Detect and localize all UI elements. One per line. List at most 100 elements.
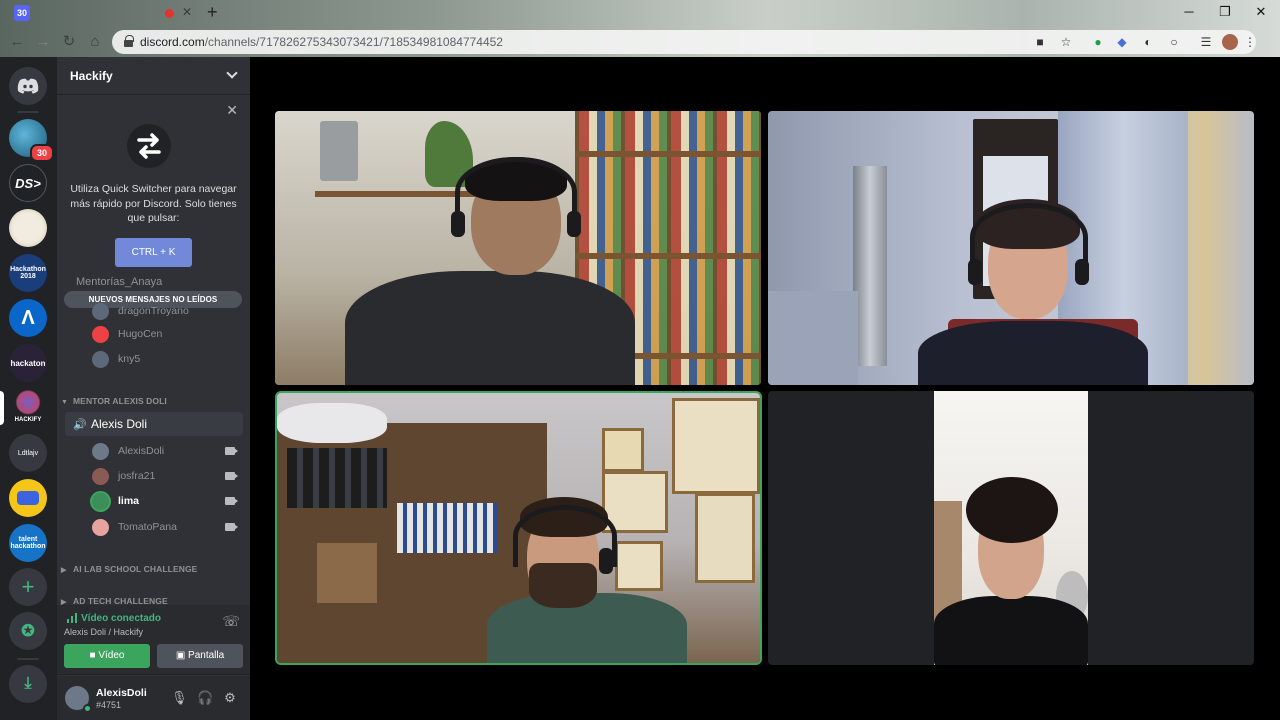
home-icon[interactable]: ⌂ bbox=[86, 33, 104, 51]
video-camera-icon bbox=[225, 447, 238, 455]
screen-share-icon: ▣ bbox=[175, 650, 189, 661]
rail-separator-2 bbox=[17, 658, 39, 660]
headset-icon bbox=[970, 203, 1088, 271]
channel-mentorias-anaya[interactable]: Mentorías_Anaya bbox=[76, 276, 162, 288]
extension-icon[interactable]: ● bbox=[1090, 34, 1106, 50]
diploma-frame bbox=[672, 398, 760, 494]
close-window-icon[interactable]: ✕ bbox=[1246, 2, 1276, 22]
forward-icon[interactable]: → bbox=[34, 33, 52, 51]
diploma-frame bbox=[695, 493, 755, 583]
avatar bbox=[92, 468, 109, 485]
headset-cup bbox=[968, 259, 982, 285]
server-icon-hackathon-2018[interactable]: Hackathon 2018 bbox=[9, 254, 47, 292]
video-tile[interactable] bbox=[768, 391, 1254, 665]
server-icon-robot[interactable] bbox=[9, 479, 47, 517]
video-tile[interactable] bbox=[275, 111, 761, 385]
screen-button-label: Pantalla bbox=[188, 650, 225, 661]
user-panel: AlexisDoli #4751 🎙 🎧 ⚙ bbox=[57, 676, 250, 720]
server-icon-ds[interactable]: DS> bbox=[9, 164, 47, 202]
voice-channel-path[interactable]: Alexis Doli / Hackify bbox=[64, 627, 143, 637]
new-tab-icon[interactable]: + bbox=[207, 2, 218, 23]
reading-list-icon[interactable]: ☰ bbox=[1198, 34, 1214, 50]
star-icon[interactable]: ☆ bbox=[1058, 34, 1074, 50]
signal-strength-icon bbox=[67, 613, 77, 623]
shelf bbox=[315, 191, 475, 197]
selected-server-pill bbox=[0, 391, 4, 425]
discord-home-button[interactable] bbox=[9, 67, 47, 105]
server-icon-talent-hackathon[interactable]: talent hackathon bbox=[9, 524, 47, 562]
disconnect-call-icon[interactable]: ☏ bbox=[222, 613, 240, 630]
shelf bbox=[575, 253, 761, 259]
voice-channel-alexis-doli[interactable]: 🔊 Alexis Doli bbox=[65, 412, 243, 436]
category-ai-lab-school-challenge[interactable]: ▶ AI LAB SCHOOL CHALLENGE bbox=[61, 564, 197, 574]
menu-icon[interactable]: ⋮ bbox=[1242, 34, 1258, 50]
speaker-object bbox=[320, 121, 358, 181]
cabinet bbox=[317, 543, 377, 603]
bed bbox=[768, 291, 858, 385]
avatar bbox=[92, 351, 109, 368]
server-rail: 30 DS> Hackathon 2018 Λ hackaton HACKIFY… bbox=[0, 57, 57, 720]
member-name: HugoCen bbox=[118, 328, 163, 340]
headset-cup bbox=[567, 211, 581, 237]
server-icon-3[interactable] bbox=[9, 209, 47, 247]
person-hair bbox=[966, 477, 1058, 543]
extension-3-icon[interactable]: ○ bbox=[1166, 34, 1182, 50]
video-tile[interactable] bbox=[768, 111, 1254, 385]
back-icon[interactable]: ← bbox=[8, 33, 26, 51]
headphones-icon[interactable]: 🎧 bbox=[197, 690, 213, 706]
extension-2-icon[interactable]: ◐ bbox=[1140, 34, 1156, 50]
close-tab-icon[interactable]: ✕ bbox=[182, 5, 192, 19]
binders bbox=[287, 448, 387, 508]
chevron-right-icon: ▶ bbox=[61, 567, 67, 574]
reload-icon[interactable]: ↻ bbox=[60, 33, 78, 51]
ctrl-k-button[interactable]: CTRL + K bbox=[115, 238, 192, 267]
camera-icon[interactable]: ■ bbox=[1032, 34, 1048, 50]
voice-channel-name: Alexis Doli bbox=[91, 417, 148, 431]
server-lambda-label: Λ bbox=[21, 306, 35, 329]
server-icon-hackaton[interactable]: hackaton bbox=[9, 344, 47, 382]
restore-icon[interactable]: ❐ bbox=[1210, 2, 1240, 22]
video-camera-icon bbox=[225, 523, 238, 531]
user-discriminator: #4751 bbox=[96, 700, 122, 710]
close-icon[interactable]: ✕ bbox=[226, 102, 238, 119]
add-server-icon[interactable]: + bbox=[9, 568, 47, 606]
tab-strip: 30 ✕ + ─ ❐ ✕ bbox=[0, 0, 1280, 28]
url-bar[interactable]: discord.com/channels/717826275343073421/… bbox=[112, 30, 1256, 54]
server-icon-lambda[interactable]: Λ bbox=[9, 299, 47, 337]
browser-chrome: 30 ✕ + ─ ❐ ✕ ← → ↻ ⌂ discord.com/channel… bbox=[0, 0, 1280, 57]
server-icon-hackify[interactable]: HACKIFY bbox=[9, 389, 47, 427]
robot-icon bbox=[17, 491, 39, 505]
explore-servers-icon[interactable]: ✪ bbox=[9, 612, 47, 650]
category-label: MENTOR ALEXIS DOLI bbox=[73, 396, 167, 406]
url-path: /channels/717826275343073421/71853498108… bbox=[204, 35, 503, 49]
share-screen-button[interactable]: ▣ Pantalla bbox=[157, 644, 243, 668]
voice-status[interactable]: Vídeo conectado bbox=[81, 613, 161, 624]
url-host: discord.com bbox=[140, 35, 205, 49]
download-apps-icon[interactable]: ⤓ bbox=[9, 665, 47, 703]
diploma-frame bbox=[602, 428, 644, 472]
profile-icon[interactable]: ● bbox=[1222, 34, 1238, 50]
microphone-icon[interactable]: 🎙 bbox=[171, 690, 188, 706]
guild-header[interactable]: Hackify bbox=[57, 57, 250, 95]
member-name: dragonTroyano bbox=[118, 305, 189, 317]
member-name: josfra21 bbox=[118, 470, 156, 482]
online-status-icon bbox=[83, 704, 92, 713]
address-bar-row: ← → ↻ ⌂ discord.com/channels/71782627534… bbox=[0, 28, 1280, 57]
settings-gear-icon[interactable]: ⚙ bbox=[222, 690, 238, 706]
person-body bbox=[345, 271, 635, 385]
server-icon-ldtlajv[interactable]: Ldtlajv bbox=[9, 434, 47, 472]
voice-connection-panel: Vídeo conectado Alexis Doli / Hackify ☏ … bbox=[57, 605, 250, 675]
server-hackaton-label: hackaton bbox=[10, 358, 46, 368]
username: AlexisDoli bbox=[96, 687, 147, 699]
plastic-bag bbox=[277, 403, 387, 443]
lock-icon bbox=[124, 35, 134, 47]
minimize-icon[interactable]: ─ bbox=[1174, 2, 1204, 22]
category-mentor-alexis-doli[interactable]: ▼ MENTOR ALEXIS DOLI bbox=[61, 396, 167, 406]
video-toggle-button[interactable]: ■ Vídeo bbox=[64, 644, 150, 668]
guild-name: Hackify bbox=[70, 69, 113, 83]
video-tile-speaking[interactable] bbox=[277, 393, 760, 663]
discord-tab-favicon[interactable]: 30 bbox=[14, 5, 30, 21]
translate-icon[interactable]: ◆ bbox=[1114, 34, 1130, 50]
avatar bbox=[92, 519, 109, 536]
headset-cup bbox=[451, 211, 465, 237]
